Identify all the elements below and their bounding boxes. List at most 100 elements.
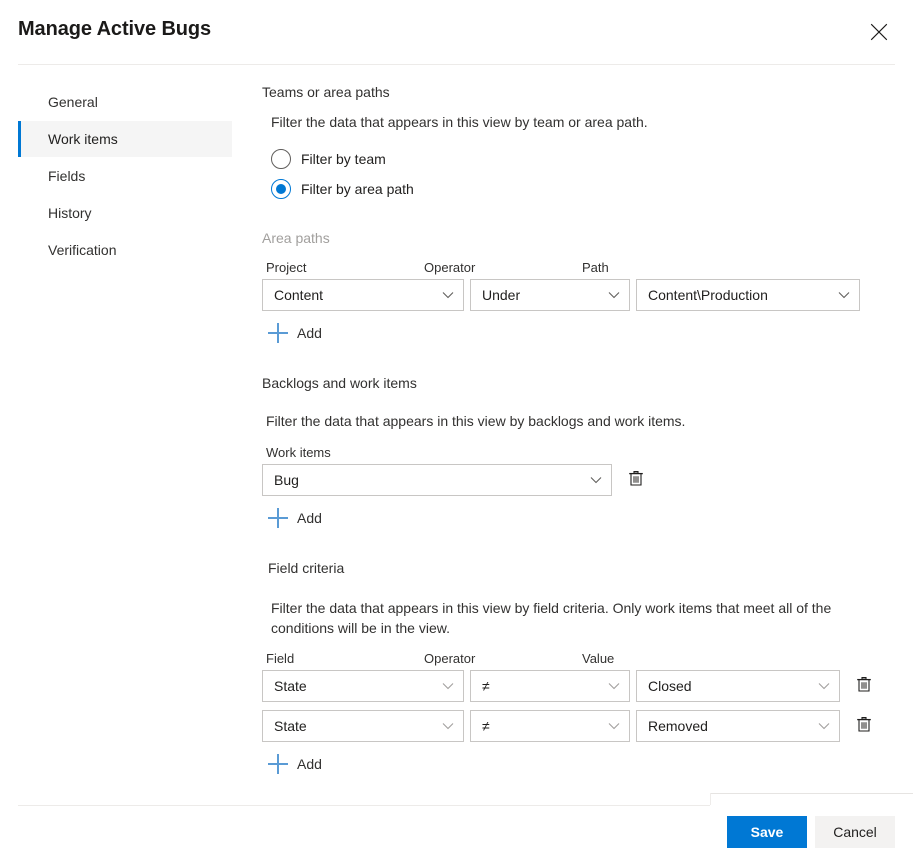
plus-icon (268, 322, 290, 344)
dropdown-value: State (274, 718, 307, 734)
add-label: Add (297, 756, 322, 772)
backlogs-section-title: Backlogs and work items (262, 375, 417, 391)
backlogs-and-work-items-section: Backlogs and work items Filter the data … (262, 375, 898, 534)
dropdown-value: Under (482, 287, 521, 303)
field-criteria-operator-dropdown-2[interactable]: ≠ (470, 710, 630, 742)
sidebar-item-fields[interactable]: Fields (18, 158, 232, 194)
sidebar-item-label: Work items (48, 131, 118, 147)
panel-edge-left (710, 793, 711, 805)
sidebar-item-history[interactable]: History (18, 195, 232, 231)
field-criteria-description: Filter the data that appears in this vie… (271, 600, 832, 636)
chevron-down-icon (442, 291, 454, 299)
work-items-field-label: Work items (266, 445, 331, 460)
work-item-row: Bug (262, 464, 898, 496)
work-item-type-dropdown[interactable]: Bug (262, 464, 612, 496)
plus-icon (268, 753, 290, 775)
add-work-item-button[interactable]: Add (268, 504, 328, 532)
chevron-down-icon (608, 722, 620, 730)
dropdown-value: Bug (274, 472, 299, 488)
field-criteria-value-dropdown-2[interactable]: Removed (636, 710, 840, 742)
save-button[interactable]: Save (727, 816, 807, 848)
dropdown-value: ≠ (482, 718, 490, 734)
header-divider (18, 64, 895, 65)
field-criteria-field-dropdown-2[interactable]: State (262, 710, 464, 742)
add-label: Add (297, 510, 322, 526)
radio-filter-by-area-path[interactable]: Filter by area path (262, 174, 898, 204)
delete-work-item-button[interactable] (621, 465, 651, 495)
delete-field-criteria-button-2[interactable] (849, 711, 879, 741)
settings-content: Teams or area paths Filter the data that… (262, 84, 898, 780)
chevron-down-icon (838, 291, 850, 299)
column-header-field: Field (266, 651, 295, 666)
column-header-value: Value (582, 651, 615, 666)
teams-or-area-paths-section: Teams or area paths Filter the data that… (262, 84, 898, 204)
area-path-row: Content Under Content\Production (262, 279, 898, 311)
field-criteria-title: Field criteria (268, 560, 345, 576)
field-criteria-row: State ≠ Removed (262, 710, 898, 742)
dialog-footer: Save Cancel (0, 806, 913, 864)
add-field-criteria-button[interactable]: Add (268, 750, 328, 778)
chevron-down-icon (442, 682, 454, 690)
dropdown-value: ≠ (482, 678, 490, 694)
cancel-button[interactable]: Cancel (815, 816, 895, 848)
trash-icon (628, 470, 644, 490)
column-header-project: Project (266, 260, 307, 275)
column-header-operator: Operator (424, 651, 476, 666)
dropdown-value: Content (274, 287, 324, 303)
sidebar-item-label: General (48, 94, 98, 110)
chevron-down-icon (818, 722, 830, 730)
teams-section-description: Filter the data that appears in this vie… (271, 114, 648, 130)
sidebar-item-label: Fields (48, 168, 86, 184)
add-area-path-button[interactable]: Add (268, 319, 328, 347)
chevron-down-icon (818, 682, 830, 690)
radio-label: Filter by team (301, 151, 386, 167)
field-criteria-operator-dropdown-1[interactable]: ≠ (470, 670, 630, 702)
radio-filter-by-team[interactable]: Filter by team (262, 144, 898, 174)
area-paths-section: Area paths Project Operator Path Content… (262, 230, 898, 349)
field-criteria-column-headers: Field Operator Value (262, 651, 898, 670)
trash-icon (856, 716, 872, 736)
close-icon (870, 23, 888, 41)
dropdown-value: Content\Production (648, 287, 768, 303)
column-header-operator: Operator (424, 260, 476, 275)
field-criteria-value-dropdown-1[interactable]: Closed (636, 670, 840, 702)
radio-icon-selected (271, 179, 291, 199)
plus-icon (268, 507, 290, 529)
sidebar-item-verification[interactable]: Verification (18, 232, 232, 268)
area-path-path-dropdown[interactable]: Content\Production (636, 279, 860, 311)
sidebar-item-general[interactable]: General (18, 84, 232, 120)
area-paths-column-headers: Project Operator Path (262, 260, 898, 279)
footer-button-group: Save Cancel (727, 816, 895, 848)
close-button[interactable] (857, 10, 901, 54)
chevron-down-icon (590, 476, 602, 484)
dropdown-value: Closed (648, 678, 692, 694)
page-title: Manage Active Bugs (18, 18, 212, 40)
trash-icon (856, 676, 872, 696)
panel-edge-top (710, 793, 913, 794)
dropdown-value: State (274, 678, 307, 694)
area-path-operator-dropdown[interactable]: Under (470, 279, 630, 311)
chevron-down-icon (608, 291, 620, 299)
radio-label: Filter by area path (301, 181, 414, 197)
sidebar-item-label: Verification (48, 242, 117, 258)
dropdown-value: Removed (648, 718, 708, 734)
area-paths-subtitle: Area paths (262, 230, 330, 246)
field-criteria-section: Field criteria Filter the data that appe… (262, 560, 898, 780)
dialog-header: Manage Active Bugs (0, 0, 913, 64)
sidebar-item-work-items[interactable]: Work items (18, 121, 232, 157)
field-criteria-field-dropdown-1[interactable]: State (262, 670, 464, 702)
column-header-path: Path (582, 260, 609, 275)
add-label: Add (297, 325, 322, 341)
teams-section-title: Teams or area paths (262, 84, 390, 100)
sidebar-item-label: History (48, 205, 92, 221)
area-path-project-dropdown[interactable]: Content (262, 279, 464, 311)
backlogs-section-description: Filter the data that appears in this vie… (266, 413, 686, 429)
field-criteria-row: State ≠ Closed (262, 670, 898, 702)
radio-icon (271, 149, 291, 169)
manage-active-bugs-dialog: Manage Active Bugs General Work items Fi… (0, 0, 913, 864)
sidebar-nav: General Work items Fields History Verifi… (18, 84, 232, 269)
delete-field-criteria-button-1[interactable] (849, 671, 879, 701)
